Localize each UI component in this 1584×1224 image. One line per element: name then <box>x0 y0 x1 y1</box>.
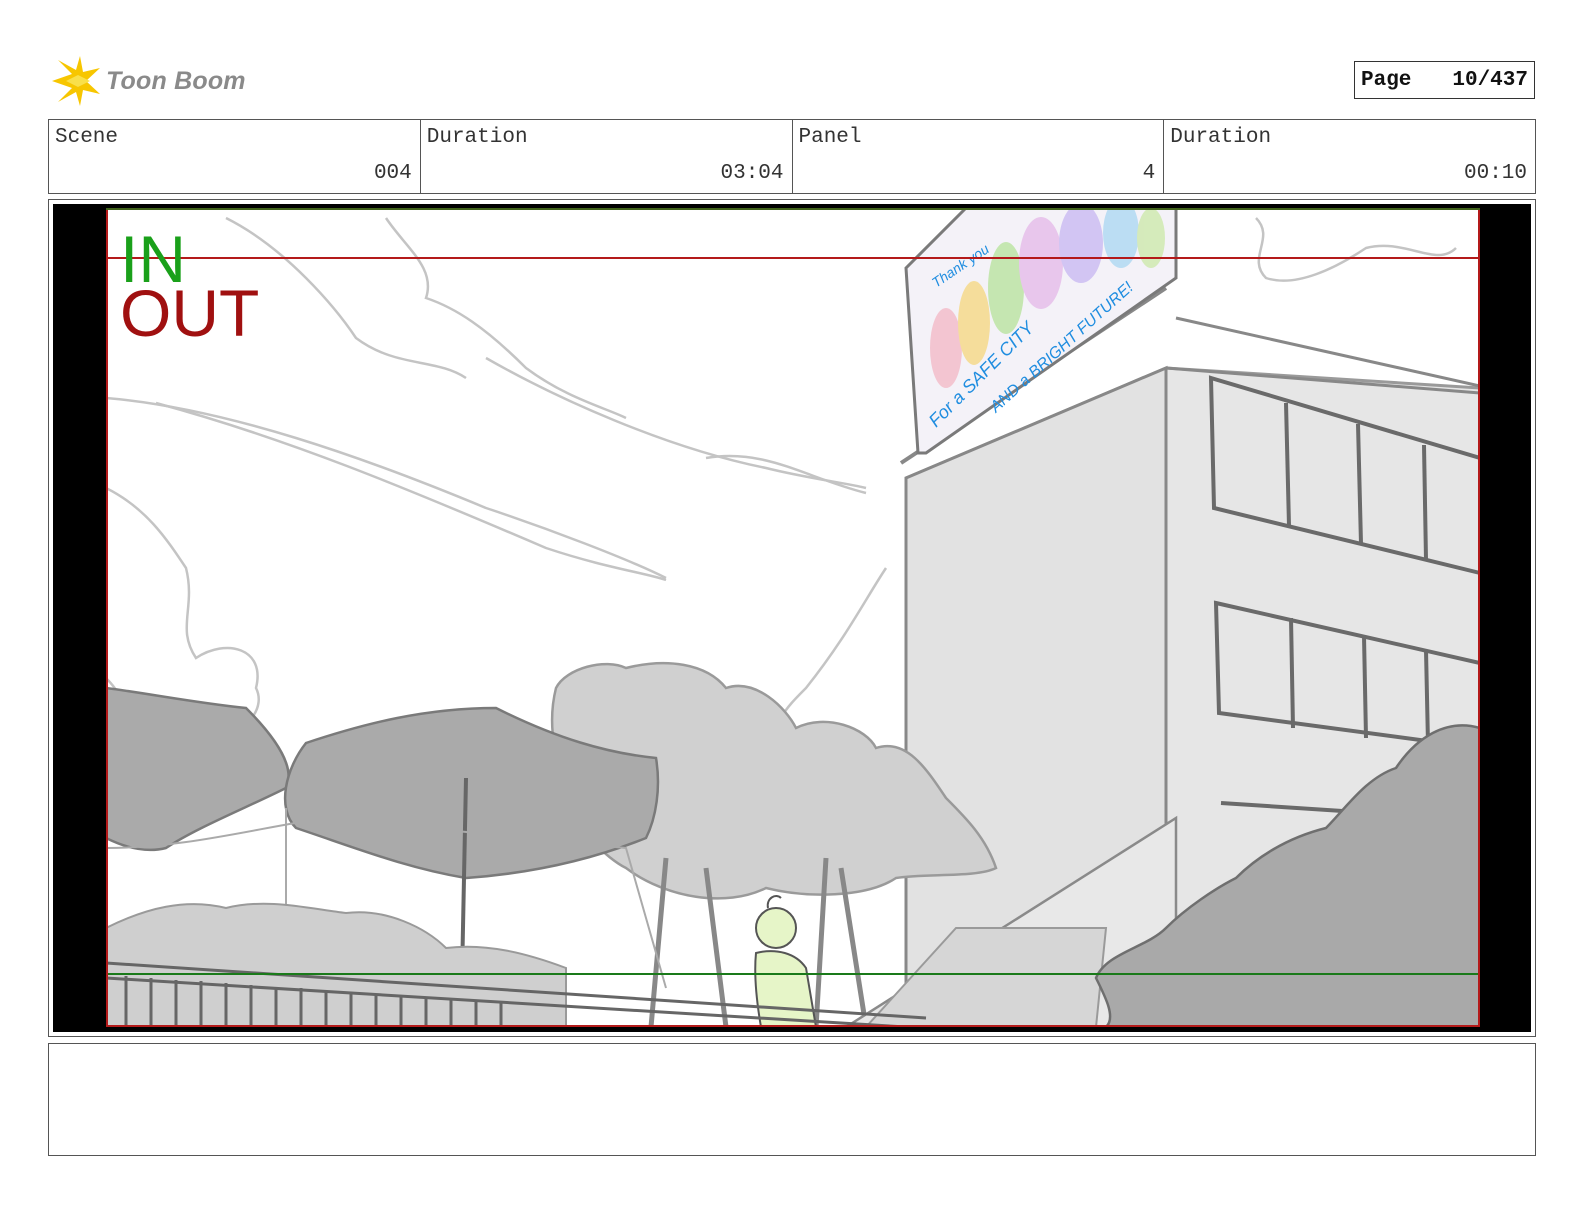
scene-duration-cell: Duration 03:04 <box>421 120 793 193</box>
panel-cell: Panel 4 <box>793 120 1165 193</box>
storyboard-panel-frame: Thank you For a SAFE CITY AND a BRIGHT F… <box>48 199 1536 1037</box>
panel-duration-value: 00:10 <box>1463 162 1527 185</box>
toon-boom-logo: Toon Boom <box>50 54 246 108</box>
panel-letterbox: Thank you For a SAFE CITY AND a BRIGHT F… <box>53 204 1531 1032</box>
scene-value: 004 <box>373 162 412 185</box>
panel-drawing: Thank you For a SAFE CITY AND a BRIGHT F… <box>106 208 1480 1027</box>
page-value: 10/437 <box>1452 68 1528 92</box>
storyboard-sketch: Thank you For a SAFE CITY AND a BRIGHT F… <box>106 208 1480 1027</box>
brand-name: Toon Boom <box>106 66 246 95</box>
panel-info-row: Scene 004 Duration 03:04 Panel 4 Duratio… <box>48 119 1536 194</box>
panel-duration-label: Duration <box>1170 126 1272 149</box>
page-counter: Page 10/437 <box>1354 61 1535 99</box>
panel-value: 4 <box>1142 162 1156 185</box>
panel-label: Panel <box>798 126 862 149</box>
out-label: OUT <box>120 276 260 350</box>
scene-duration-value: 03:04 <box>720 162 784 185</box>
scene-label: Scene <box>55 126 119 149</box>
scene-cell: Scene 004 <box>49 120 421 193</box>
panel-duration-cell: Duration 00:10 <box>1164 120 1535 193</box>
page-label: Page <box>1361 68 1412 92</box>
panel-notes-box[interactable] <box>48 1043 1536 1156</box>
toon-boom-star-icon <box>52 56 100 106</box>
scene-duration-label: Duration <box>426 126 528 149</box>
